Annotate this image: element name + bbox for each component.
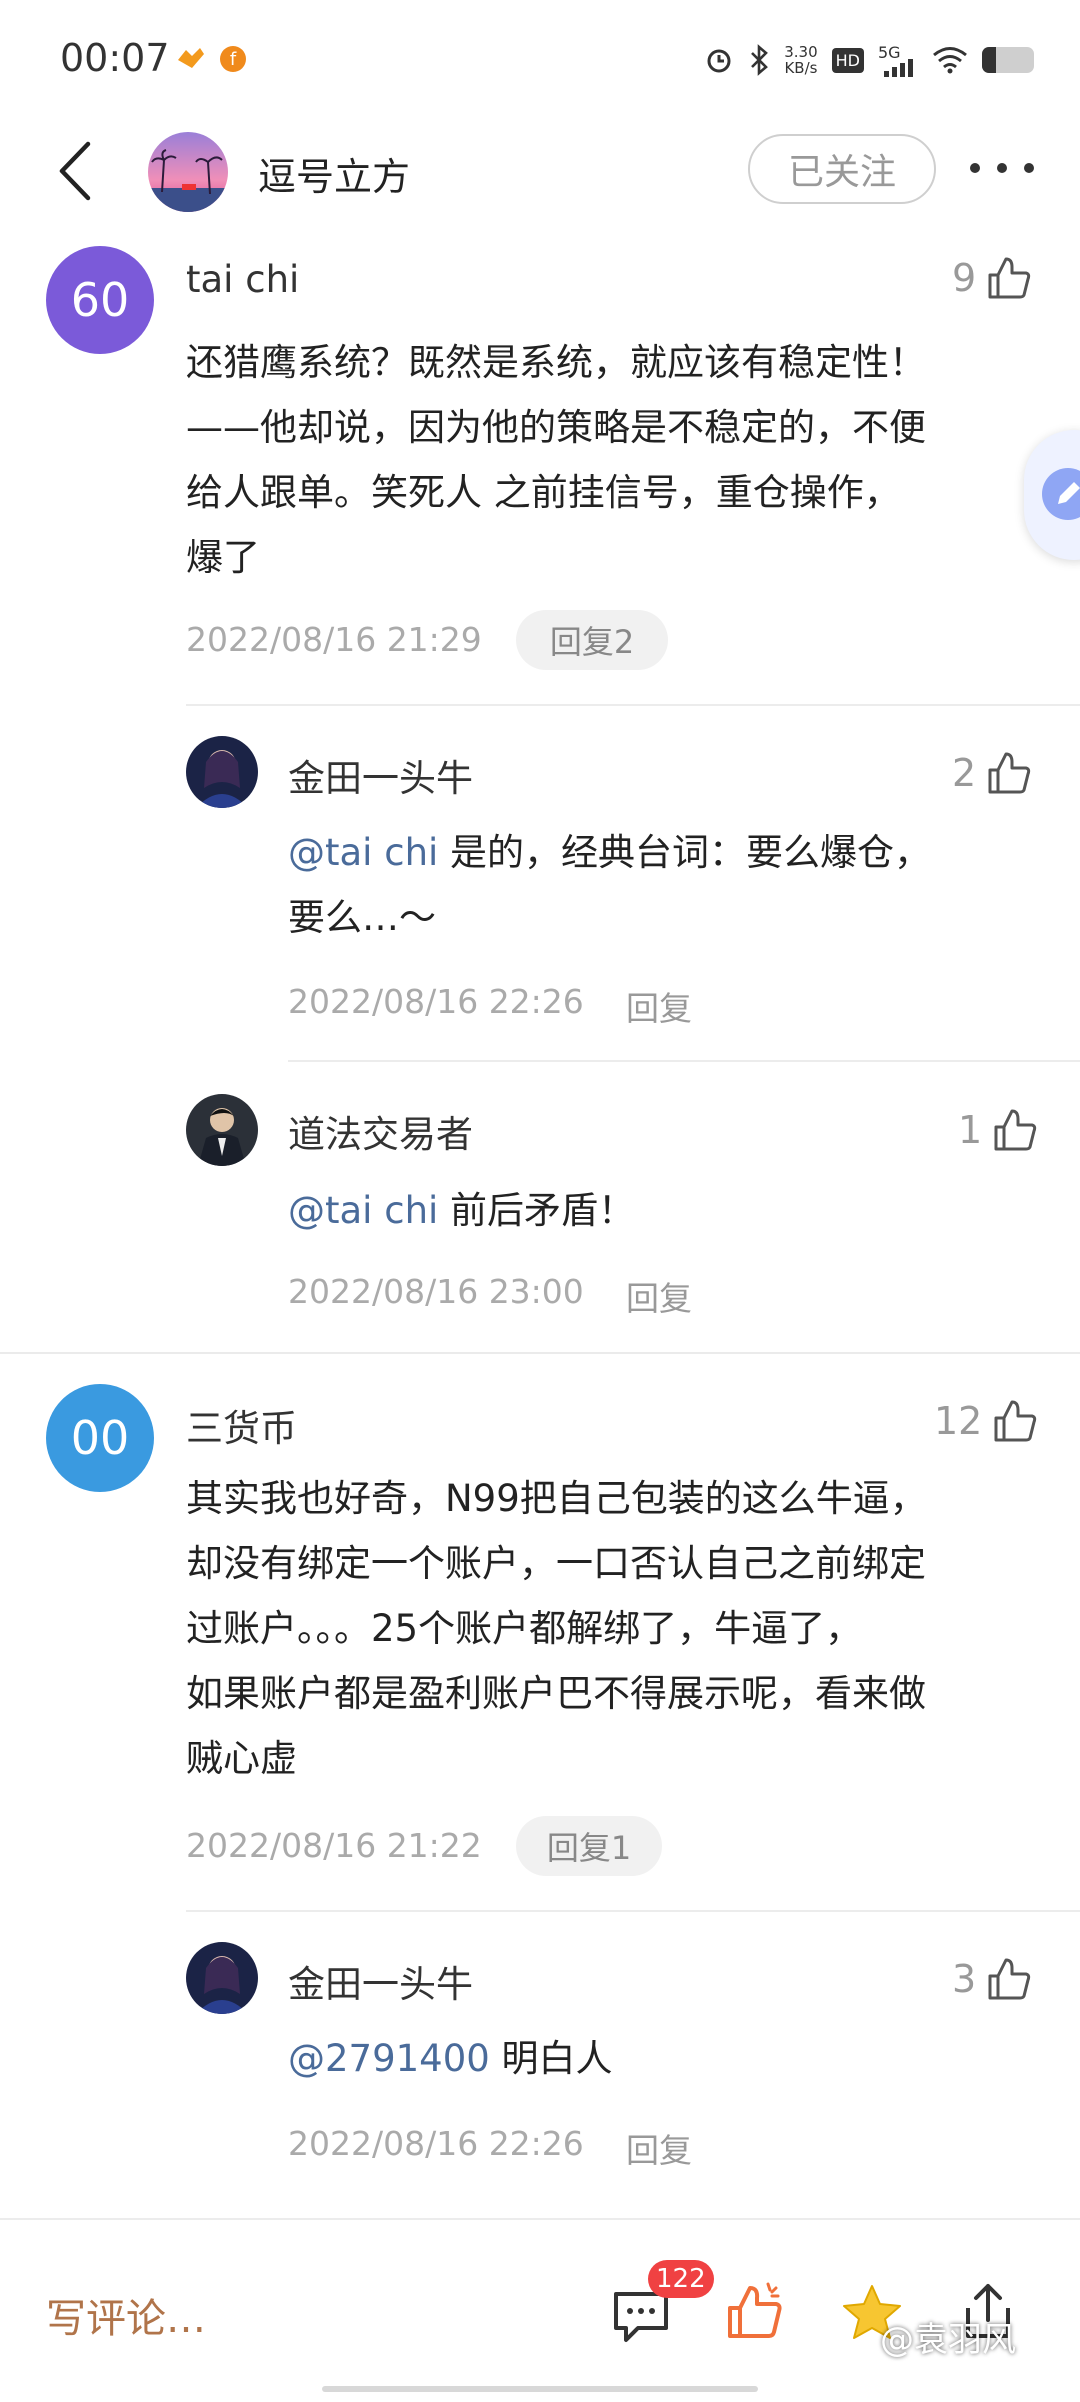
like-count: 9	[952, 256, 977, 300]
notification-icon-2: f	[220, 46, 246, 72]
like-count: 12	[934, 1399, 983, 1443]
divider	[186, 1910, 1080, 1912]
channel-title[interactable]: 逗号立方	[258, 146, 410, 201]
user-avatar[interactable]: 60	[46, 246, 154, 354]
back-arrow-icon	[59, 141, 91, 201]
more-dots-icon[interactable]	[970, 150, 1034, 186]
channel-avatar[interactable]	[148, 132, 228, 212]
reply-date: 2022/08/16 22:26	[288, 982, 584, 1021]
watermark: @袁羽风	[880, 2320, 1016, 2360]
user-avatar[interactable]	[186, 1094, 258, 1166]
like-button[interactable]: 2	[952, 750, 1032, 796]
reply-count-button[interactable]: 回复1	[516, 1816, 662, 1876]
bluetooth-icon	[751, 44, 769, 76]
reply-date: 2022/08/16 22:26	[288, 2124, 584, 2163]
like-button[interactable]: 9	[952, 255, 1032, 301]
like-button[interactable]: 3	[952, 1956, 1032, 2002]
thumbs-up-icon	[994, 1400, 1037, 1442]
like-count: 2	[952, 751, 977, 795]
reply-text: @2791400 明白人	[288, 2037, 613, 2080]
comment-date: 2022/08/16 21:22	[186, 1826, 482, 1865]
follow-button[interactable]: 已关注	[748, 134, 936, 204]
reply-button[interactable]: 回复	[626, 2124, 692, 2172]
like-icon[interactable]	[724, 2280, 786, 2346]
reply-count-button[interactable]: 回复2	[516, 610, 668, 670]
comment-username[interactable]: 三货币	[186, 1398, 297, 1452]
thumbs-up-icon	[988, 752, 1031, 794]
back-button[interactable]	[48, 136, 112, 206]
like-button[interactable]: 1	[958, 1107, 1038, 1153]
wifi-icon	[933, 47, 967, 74]
user-avatar[interactable]	[186, 1942, 258, 2014]
status-bar: 00:07 f 3.30 KB/s HD 5G	[0, 0, 1080, 120]
write-comment-input[interactable]: 写评论…	[46, 2286, 206, 2344]
reply-button[interactable]: 回复	[626, 1272, 692, 1320]
thumbs-up-icon	[988, 1958, 1031, 2000]
like-count: 3	[952, 1957, 977, 2001]
mention-link[interactable]: @tai chi	[288, 831, 438, 874]
divider	[288, 1060, 1080, 1062]
hd-badge: HD	[831, 47, 864, 73]
user-avatar[interactable]: 00	[46, 1384, 154, 1492]
user-avatar[interactable]	[186, 736, 258, 808]
like-count: 1	[958, 1108, 983, 1152]
section-divider	[0, 1352, 1080, 1354]
notification-icon-1	[176, 46, 206, 72]
status-icons: 3.30 KB/s HD 5G	[704, 38, 1034, 82]
reply-button[interactable]: 回复	[626, 982, 692, 1030]
reply-date: 2022/08/16 23:00	[288, 1272, 584, 1311]
reply-text: @tai chi 前后矛盾！	[288, 1189, 636, 1232]
comment-text: 其实我也好奇，N99把自己包装的这么牛逼， 却没有绑定一个账户，一口否认自己之前…	[186, 1477, 927, 1780]
status-time: 00:07	[60, 36, 170, 80]
battery-icon	[982, 47, 1034, 73]
comment-date: 2022/08/16 21:29	[186, 620, 482, 659]
reply-username[interactable]: 金田一头牛	[288, 1954, 473, 2008]
pencil-icon	[1042, 468, 1080, 520]
net-speed: 3.30 KB/s	[784, 43, 818, 77]
comment-username[interactable]: tai chi	[186, 258, 299, 301]
mention-link[interactable]: @tai chi	[288, 1189, 438, 1232]
divider	[186, 704, 1080, 706]
thumbs-up-icon	[988, 257, 1031, 299]
thumbs-up-icon	[994, 1109, 1037, 1151]
alarm-icon	[707, 49, 731, 73]
reply-username[interactable]: 金田一头牛	[288, 748, 473, 802]
mention-link[interactable]: @2791400	[288, 2037, 490, 2080]
reply-text: @tai chi 是的，经典台词：要么爆仓， 要么…～	[288, 831, 932, 939]
signal-icon: 5G	[878, 43, 918, 77]
comment-count-badge: 122	[648, 2260, 714, 2298]
reply-username[interactable]: 道法交易者	[288, 1104, 473, 1158]
comment-text: 还猎鹰系统？既然是系统，就应该有稳定性！ ——他却说，因为他的策略是不稳定的，不…	[186, 341, 926, 579]
like-button[interactable]: 12	[934, 1398, 1038, 1444]
home-indicator[interactable]	[322, 2386, 758, 2392]
